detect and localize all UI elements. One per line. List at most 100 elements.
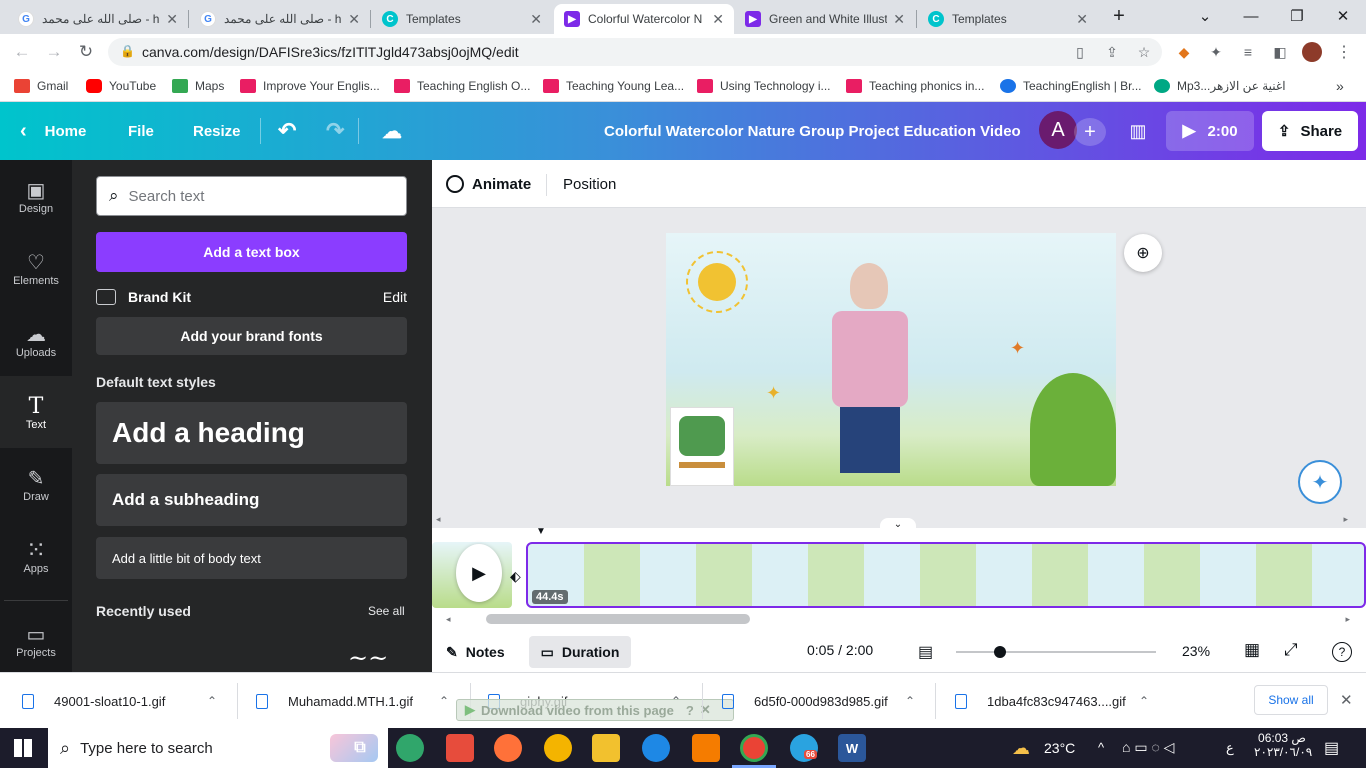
- download-item[interactable]: 6d5f0-000d983d985.gif ⌃: [722, 673, 932, 729]
- add-brand-fonts-button[interactable]: Add your brand fonts: [96, 317, 407, 355]
- add-collaborator-button[interactable]: +: [1074, 118, 1106, 146]
- firefox-icon[interactable]: [494, 734, 522, 762]
- rail-draw[interactable]: ✎ Draw: [0, 448, 72, 520]
- selected-video-clip[interactable]: 44.4s: [526, 542, 1366, 608]
- transition-icon[interactable]: ⬖: [510, 568, 521, 585]
- store-icon[interactable]: [446, 734, 474, 762]
- video-scene[interactable]: ✦ ✦: [666, 233, 1116, 486]
- tab-4-active[interactable]: ▶ Colorful Watercolor N ✕: [554, 4, 734, 34]
- rail-design[interactable]: ▣ Design: [0, 160, 72, 232]
- minimize-button[interactable]: —: [1228, 0, 1274, 32]
- language-indicator[interactable]: ع: [1226, 740, 1234, 756]
- bookmark-teaching-english-o[interactable]: Teaching English O...: [394, 77, 530, 95]
- add-heading-button[interactable]: Add a heading: [96, 402, 407, 464]
- download-item[interactable]: Muhamadd.MTH.1.gif ⌃: [256, 673, 466, 729]
- zoom-slider-track[interactable]: [956, 651, 1156, 653]
- help-icon[interactable]: ?: [1332, 642, 1352, 662]
- redo-button[interactable]: ↷: [326, 102, 344, 160]
- app-icon[interactable]: [544, 734, 572, 762]
- reload-button[interactable]: ↻: [74, 40, 98, 64]
- app-icon[interactable]: [396, 734, 424, 762]
- undo-button[interactable]: ↶: [278, 102, 296, 160]
- duration-button[interactable]: ▭ Duration: [529, 636, 631, 668]
- rail-apps[interactable]: ⁙ Apps: [0, 520, 72, 592]
- timeline-scroll-thumb[interactable]: [486, 614, 750, 624]
- tab-5[interactable]: ▶ Green and White Illust ✕: [735, 4, 915, 34]
- rail-text[interactable]: T Text: [0, 376, 72, 448]
- bookmark-mp3[interactable]: Mp3...اغنية عن الازهر: [1154, 77, 1286, 95]
- present-play-button[interactable]: ▶ 2:00: [1166, 111, 1254, 151]
- chrome-icon[interactable]: [740, 734, 768, 762]
- rail-projects[interactable]: ▭ Projects: [0, 608, 72, 672]
- notes-button[interactable]: ✎ Notes: [446, 640, 505, 664]
- forward-button[interactable]: →: [42, 40, 66, 64]
- tab-1[interactable]: G صلى الله على محمد - h ✕: [8, 4, 188, 34]
- grid-view-icon[interactable]: ▦: [1244, 640, 1260, 660]
- close-icon[interactable]: ✕: [712, 11, 724, 28]
- magic-assistant-button[interactable]: ✦: [1298, 460, 1342, 504]
- add-text-box-button[interactable]: Add a text box: [96, 232, 407, 272]
- bookmark-youtube[interactable]: YouTube: [86, 77, 156, 95]
- weather-temp[interactable]: 23°C: [1044, 740, 1075, 756]
- task-view-icon[interactable]: ⧉: [346, 734, 374, 762]
- timeline-play-button[interactable]: ▶: [456, 544, 502, 602]
- canvas-scrollbar[interactable]: [1352, 212, 1366, 508]
- file-explorer-icon[interactable]: [592, 734, 620, 762]
- tab-3[interactable]: C Templates ✕: [372, 4, 552, 34]
- clock[interactable]: ص 06:03 ٢٠٢٣/٠٦/٠٩: [1254, 731, 1312, 767]
- zoom-slider-knob[interactable]: [994, 646, 1006, 658]
- new-tab-button[interactable]: +: [1096, 0, 1142, 32]
- side-panel-icon[interactable]: ◧: [1270, 42, 1290, 62]
- tab-2[interactable]: G صلى الله على محمد - h ✕: [190, 4, 370, 34]
- playhead-marker[interactable]: ▼: [536, 526, 548, 537]
- show-all-downloads-button[interactable]: Show all: [1254, 685, 1328, 715]
- save-page-icon[interactable]: ▯: [1070, 42, 1090, 62]
- chevron-up-icon[interactable]: ⌃: [905, 694, 915, 708]
- download-video-overlay[interactable]: ▶ Download video from this page? ✕: [456, 699, 734, 721]
- help-icon[interactable]: ?: [686, 703, 694, 718]
- see-all-link[interactable]: See all: [368, 604, 405, 618]
- extensions-icon[interactable]: ✦: [1206, 42, 1226, 62]
- bookmark-teaching-young[interactable]: Teaching Young Lea...: [543, 77, 684, 95]
- tab-6[interactable]: C Templates ✕: [918, 4, 1098, 34]
- recent-font-thumbnail[interactable]: ~~: [348, 644, 388, 672]
- bookmark-teaching-phonics[interactable]: Teaching phonics in...: [846, 77, 984, 95]
- taskbar-search-input[interactable]: ⌕ Type here to search: [48, 728, 388, 768]
- share-button[interactable]: ⇪ Share: [1262, 111, 1358, 151]
- tray-overflow-icon[interactable]: ^: [1098, 740, 1104, 755]
- close-window-button[interactable]: ✕: [1320, 0, 1366, 32]
- design-title[interactable]: Colorful Watercolor Nature Group Project…: [604, 102, 1021, 160]
- windows-start-icon[interactable]: [14, 739, 32, 757]
- media-control-icon[interactable]: ≡: [1238, 42, 1258, 62]
- chevron-up-icon[interactable]: ⌃: [207, 694, 217, 708]
- bookmark-maps[interactable]: Maps: [172, 77, 224, 95]
- insights-button[interactable]: ▥: [1118, 111, 1158, 151]
- bookmark-improve-english[interactable]: Improve Your Englis...: [240, 77, 380, 95]
- add-comment-button[interactable]: ⊕: [1124, 234, 1162, 272]
- chevron-up-icon[interactable]: ⌃: [439, 694, 449, 708]
- maximize-button[interactable]: ❐: [1274, 0, 1320, 32]
- more-menu-icon[interactable]: ⋮: [1334, 42, 1354, 62]
- bookmark-gmail[interactable]: Gmail: [14, 77, 68, 95]
- tray-icons[interactable]: ⌂ ▭ ◌ ◁: [1122, 739, 1174, 756]
- back-button[interactable]: ←: [10, 40, 34, 64]
- file-menu-button[interactable]: File: [128, 102, 154, 160]
- rail-uploads[interactable]: ☁ Uploads: [0, 304, 72, 376]
- app-icon[interactable]: [642, 734, 670, 762]
- bookmark-star-icon[interactable]: ☆: [1134, 42, 1154, 62]
- close-icon[interactable]: ✕: [166, 11, 178, 28]
- close-icon[interactable]: ✕: [348, 11, 360, 28]
- add-body-text-button[interactable]: Add a little bit of body text: [96, 537, 407, 579]
- close-icon[interactable]: ✕: [530, 11, 542, 28]
- app-icon[interactable]: [692, 734, 720, 762]
- close-icon[interactable]: ✕: [893, 11, 905, 28]
- home-button[interactable]: ‹ Home: [20, 102, 86, 160]
- page-view-icon[interactable]: ▤: [918, 642, 933, 662]
- profile-avatar[interactable]: [1302, 42, 1322, 62]
- timeline-collapse-button[interactable]: ⌄: [880, 518, 916, 530]
- user-avatar[interactable]: A: [1039, 111, 1077, 149]
- cloud-save-button[interactable]: ☁: [382, 102, 402, 160]
- share-page-icon[interactable]: ⇪: [1102, 42, 1122, 62]
- close-icon[interactable]: ✕: [1076, 11, 1088, 28]
- search-text-input[interactable]: ⌕ Search text: [96, 176, 407, 216]
